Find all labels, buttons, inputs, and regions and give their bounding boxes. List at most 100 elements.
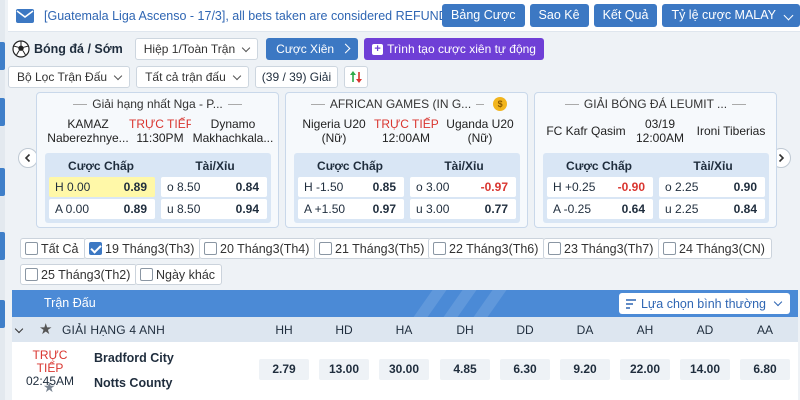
card-market: Cược Chấp Tài/Xỉu H 0.00 0.89 A 0.00 0.89 … <box>45 153 271 223</box>
match-time: 12:00AM <box>381 131 431 145</box>
checkbox-icon <box>25 268 38 281</box>
chevron-down-icon[interactable] <box>14 324 24 334</box>
league-row[interactable]: ★ GIẢI HẠNG 4 ANH HH HD HA DH DD DA AH A… <box>12 317 798 342</box>
star-icon[interactable]: ★ <box>39 320 52 338</box>
home-team-line1: FC Kafr Qasim <box>546 124 626 138</box>
parlay-button[interactable]: Cược Xiên <box>266 38 359 60</box>
date-filter-19[interactable]: 19 Tháng3(Th3) <box>84 238 202 259</box>
left-tab[interactable] <box>0 42 5 70</box>
left-tab[interactable] <box>0 168 5 196</box>
handicap-home-odd[interactable]: H +0.25 -0.90 <box>547 177 653 197</box>
match-card[interactable]: Giải hạng nhất Nga - P... KAMAZ Naberezh… <box>36 92 279 228</box>
odd-dh[interactable]: 4.85 <box>440 359 490 380</box>
handicap-away-odd[interactable]: A -0.25 0.64 <box>547 199 653 219</box>
odd-ah[interactable]: 22.00 <box>620 359 670 380</box>
results-button[interactable]: Kết Quả <box>593 4 658 27</box>
sort-mode-label: Lựa chọn bình thường <box>640 296 766 311</box>
odd-ad[interactable]: 14.00 <box>680 359 730 380</box>
coin-icon: $ <box>493 97 508 111</box>
date-filter-25[interactable]: 25 Tháng3(Th2) <box>20 264 138 285</box>
live-status: TRỰC TIẾP <box>129 117 191 131</box>
checkbox-icon <box>319 242 332 255</box>
handicap-away-odd[interactable]: A 0.00 0.89 <box>49 199 155 219</box>
date-filter-20[interactable]: 20 Tháng3(Th4) <box>199 238 317 259</box>
card-league-name: AFRICAN GAMES (IN G... <box>329 97 472 111</box>
filter-toolbar: Bộ Lọc Trận Đấu Tất cả trận đấu (39 / 39… <box>8 65 800 89</box>
period-select[interactable]: Hiệp 1/Toàn Trận <box>134 38 259 60</box>
statement-button[interactable]: Sao Kê <box>529 4 589 27</box>
date-filter-24[interactable]: 24 Tháng3(CN) <box>658 238 772 259</box>
column-header: DD <box>516 323 534 337</box>
card-away-team: Uganda U20 (Nữ) <box>436 117 524 145</box>
match-card[interactable]: AFRICAN GAMES (IN G... $ Nigeria U20 (Nữ… <box>285 92 528 228</box>
sort-icon[interactable] <box>344 66 369 88</box>
date-filter-23[interactable]: 23 Tháng3(Th7) <box>543 238 661 259</box>
handicap-home-odd[interactable]: H -1.50 0.85 <box>298 177 404 197</box>
featured-matches-carousel: Giải hạng nhất Nga - P... KAMAZ Naberezh… <box>8 90 800 230</box>
notice-text[interactable]: [Guatemala Liga Ascenso - 17/3], all bet… <box>44 9 459 23</box>
left-tab[interactable] <box>0 300 5 328</box>
match-card[interactable]: GIẢI BÓNG ĐÁ LEUMIT ... FC Kafr Qasim 03… <box>534 92 777 228</box>
home-team: Bradford City <box>94 351 174 365</box>
over-under-header: Tài/Xỉu <box>195 159 235 173</box>
auto-parlay-button[interactable]: + Trình tạo cược xiên tự động <box>364 38 544 60</box>
carousel-prev-button[interactable] <box>18 148 38 168</box>
card-match-time: TRỰC TIẾP 12:00AM <box>374 117 438 145</box>
league-name: GIẢI HẠNG 4 ANH <box>62 323 166 337</box>
auto-parlay-label: Trình tạo cược xiên tự động <box>387 42 536 56</box>
odd-hh[interactable]: 2.79 <box>259 359 309 380</box>
away-team-line1: Dynamo <box>210 117 256 131</box>
league-filter-select[interactable]: Bộ Lọc Trận Đấu <box>8 66 131 88</box>
checkbox-icon <box>25 242 38 255</box>
left-tab[interactable] <box>0 232 5 260</box>
match-filter-select[interactable]: Tất cả trận đấu <box>136 66 249 88</box>
odd-dd[interactable]: 6.30 <box>500 359 550 380</box>
match-time: 12:00AM <box>635 131 685 145</box>
column-header: HD <box>335 323 353 337</box>
table-row: TRỰC TIẾP 02:45AM ★ Bradford City Notts … <box>12 342 798 400</box>
card-league: AFRICAN GAMES (IN G... $ <box>286 93 527 115</box>
over-odd[interactable]: o 2.25 0.90 <box>659 177 765 197</box>
card-home-team: FC Kafr Qasim <box>541 124 631 138</box>
date-filter-22[interactable]: 22 Tháng3(Th6) <box>428 238 546 259</box>
odd-aa[interactable]: 6.80 <box>740 359 790 380</box>
away-team: Notts County <box>94 376 173 390</box>
match-date: 03/19 <box>644 117 676 131</box>
under-odd[interactable]: u 8.50 0.94 <box>161 199 267 219</box>
odd-da[interactable]: 9.20 <box>560 359 610 380</box>
away-team-line1: Uganda U20 <box>446 117 514 131</box>
star-icon[interactable]: ★ <box>43 379 56 396</box>
date-filter-other[interactable]: Ngày khác <box>135 264 223 285</box>
date-filter-all[interactable]: Tất Cả <box>20 238 86 259</box>
odd-ha[interactable]: 30.00 <box>379 359 429 380</box>
bet-list-button[interactable]: Bảng Cược <box>442 4 525 27</box>
column-header: DH <box>456 323 474 337</box>
date-filter-21[interactable]: 21 Tháng3(Th5) <box>314 238 432 259</box>
card-league: GIẢI BÓNG ĐÁ LEUMIT ... <box>535 93 776 115</box>
checkbox-icon <box>204 242 217 255</box>
odds-type-select[interactable]: Tỷ lệ cược MALAY <box>662 4 800 27</box>
column-header: AH <box>636 323 654 337</box>
odd-hd[interactable]: 13.00 <box>319 359 369 380</box>
top-bar: [Guatemala Liga Ascenso - 17/3], all bet… <box>8 0 800 32</box>
under-odd[interactable]: u 2.25 0.84 <box>659 199 765 219</box>
handicap-home-odd[interactable]: H 0.00 0.89 <box>49 177 155 197</box>
card-match-time: 03/19 12:00AM <box>629 117 691 145</box>
home-team-line2: (Nữ) <box>321 131 347 145</box>
sport-title: Bóng đá / Sớm <box>34 42 123 56</box>
checkbox-icon <box>140 268 153 281</box>
away-team-line2: Makhachkala... <box>192 131 274 145</box>
handicap-away-odd[interactable]: A +1.50 0.97 <box>298 199 404 219</box>
sport-toolbar: Bóng đá / Sớm Hiệp 1/Toàn Trận Cược Xiên… <box>8 36 800 62</box>
column-header: AD <box>696 323 714 337</box>
under-odd[interactable]: u 3.00 0.77 <box>410 199 516 219</box>
card-match-time: TRỰC TIẾP 11:30PM <box>129 117 191 145</box>
left-tab[interactable] <box>0 98 5 126</box>
over-odd[interactable]: o 8.50 0.84 <box>161 177 267 197</box>
league-count: (39 / 39) Giải <box>254 66 339 88</box>
over-odd[interactable]: o 3.00 -0.97 <box>410 177 516 197</box>
mail-icon[interactable] <box>14 7 36 25</box>
match-table-title: Trận Đấu <box>44 296 96 310</box>
live-status: TRỰC TIẾP <box>32 348 68 375</box>
sort-mode-select[interactable]: Lựa chọn bình thường <box>618 293 790 314</box>
